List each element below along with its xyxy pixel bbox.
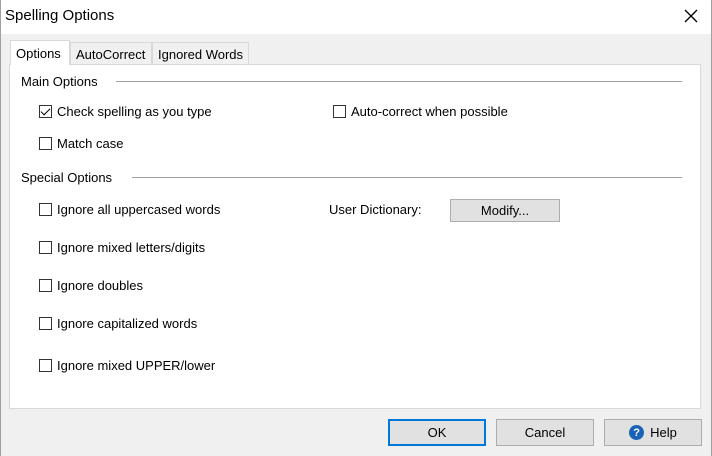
tab-autocorrect[interactable]: AutoCorrect bbox=[70, 42, 152, 64]
ignore-capitalized-label: Ignore capitalized words bbox=[57, 316, 198, 331]
tab-ignored-words-label: Ignored Words bbox=[158, 47, 244, 62]
special-options-label: Special Options bbox=[21, 170, 113, 185]
ignore-doubles-box[interactable] bbox=[39, 279, 52, 292]
ignore-doubles-checkbox[interactable]: Ignore doubles bbox=[39, 278, 143, 293]
auto-correct-box[interactable] bbox=[333, 105, 346, 118]
main-options-label: Main Options bbox=[21, 74, 98, 89]
check-spelling-box[interactable] bbox=[39, 105, 52, 118]
special-options-divider bbox=[132, 177, 682, 178]
user-dictionary-label: User Dictionary: bbox=[329, 202, 422, 217]
ignore-mixed-digits-box[interactable] bbox=[39, 241, 52, 254]
check-spelling-checkbox[interactable]: Check spelling as you type bbox=[39, 104, 212, 119]
tab-options-label: Options bbox=[16, 46, 61, 61]
cancel-button-label: Cancel bbox=[524, 425, 566, 440]
ignore-uppercased-box[interactable] bbox=[39, 203, 52, 216]
help-button-label: Help bbox=[650, 425, 677, 440]
title-bar: Spelling Options bbox=[0, 0, 712, 34]
ignore-uppercased-checkbox[interactable]: Ignore all uppercased words bbox=[39, 202, 220, 217]
close-icon bbox=[684, 9, 698, 23]
ok-button-label: OK bbox=[427, 425, 447, 440]
help-icon: ? bbox=[629, 425, 645, 440]
match-case-box[interactable] bbox=[39, 137, 52, 150]
cancel-button[interactable]: Cancel bbox=[496, 419, 594, 446]
ignore-mixed-digits-label: Ignore mixed letters/digits bbox=[57, 240, 206, 255]
ignore-mixed-case-checkbox[interactable]: Ignore mixed UPPER/lower bbox=[39, 358, 215, 373]
ignore-capitalized-box[interactable] bbox=[39, 317, 52, 330]
tab-autocorrect-label: AutoCorrect bbox=[76, 47, 146, 62]
ignore-capitalized-checkbox[interactable]: Ignore capitalized words bbox=[39, 316, 197, 331]
auto-correct-checkbox[interactable]: Auto-correct when possible bbox=[333, 104, 508, 119]
match-case-checkbox[interactable]: Match case bbox=[39, 136, 123, 151]
window-frame-left bbox=[0, 0, 1, 456]
auto-correct-label: Auto-correct when possible bbox=[351, 104, 508, 119]
check-spelling-label: Check spelling as you type bbox=[57, 104, 212, 119]
ignore-mixed-case-label: Ignore mixed UPPER/lower bbox=[57, 358, 216, 373]
match-case-label: Match case bbox=[57, 136, 124, 151]
ignore-mixed-digits-checkbox[interactable]: Ignore mixed letters/digits bbox=[39, 240, 205, 255]
ok-button[interactable]: OK bbox=[388, 419, 486, 446]
modify-button-label: Modify... bbox=[480, 203, 530, 218]
options-panel: Main Options Check spelling as you type … bbox=[9, 64, 701, 409]
window-title: Spelling Options bbox=[5, 7, 115, 24]
ignore-uppercased-label: Ignore all uppercased words bbox=[57, 202, 221, 217]
ignore-doubles-label: Ignore doubles bbox=[57, 278, 144, 293]
close-button[interactable] bbox=[670, 0, 712, 32]
help-button[interactable]: ? Help bbox=[604, 419, 702, 446]
main-options-divider bbox=[116, 81, 682, 82]
modify-button[interactable]: Modify... bbox=[450, 199, 560, 222]
ignore-mixed-case-box[interactable] bbox=[39, 359, 52, 372]
tab-ignored-words[interactable]: Ignored Words bbox=[152, 42, 249, 64]
tab-options[interactable]: Options bbox=[10, 40, 70, 65]
